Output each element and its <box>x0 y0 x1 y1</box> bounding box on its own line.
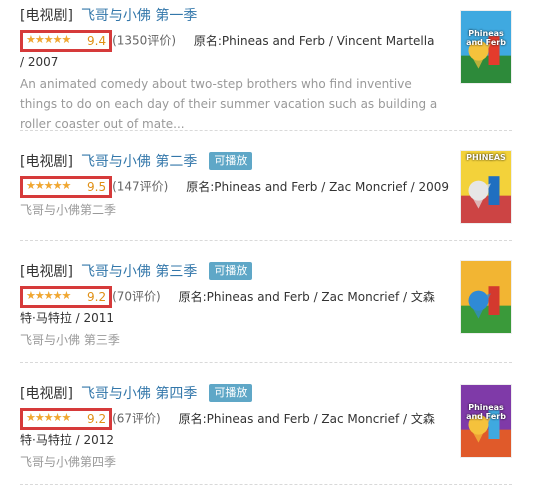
playable-badge[interactable]: 可播放 <box>209 262 253 280</box>
ratings-count: (147评价) <box>112 179 169 194</box>
divider <box>20 362 512 363</box>
poster-title-text: PHINEAS <box>466 153 506 162</box>
rating-line: ★★★★★ ★★★★★ 9.2 (70评价) 原名:Phineas and Fer… <box>20 286 445 328</box>
poster-image[interactable]: Phineas and Ferb <box>460 10 512 84</box>
result-description: An animated comedy about two-step brothe… <box>20 77 438 131</box>
result-title-row: [电视剧] 飞哥与小佛 第二季 可播放 <box>20 150 512 172</box>
rating-highlight-box: ★★★★★ ★★★★★ 9.2 <box>20 408 113 430</box>
category-label: [电视剧] <box>20 154 73 170</box>
result-description: 飞哥与小佛第四季 <box>20 455 117 469</box>
result-title-row: [电视剧] 飞哥与小佛 第三季 可播放 <box>20 260 512 282</box>
rating-score: 9.4 <box>87 34 107 48</box>
divider <box>20 240 512 241</box>
poster-image[interactable]: Phineas and Ferb <box>460 384 512 458</box>
playable-badge[interactable]: 可播放 <box>209 152 253 170</box>
rating-highlight-box: ★★★★★ ★★★★★ 9.4 <box>20 30 113 52</box>
rating-score: 9.2 <box>87 290 107 304</box>
rating-line: ★★★★★ ★★★★★ 9.4 (1350评价) 原名:Phineas and F… <box>20 30 440 72</box>
category-label: [电视剧] <box>20 8 73 24</box>
poster-image[interactable]: PHINEAS <box>460 150 512 224</box>
result-description: 飞哥与小佛 第三季 <box>20 333 120 347</box>
star-rating-icon: ★★★★★ ★★★★★ <box>26 33 71 46</box>
rating-score: 9.2 <box>87 412 107 426</box>
playable-badge[interactable]: 可播放 <box>209 384 253 402</box>
result-title-row: [电视剧] 飞哥与小佛 第四季 可播放 <box>20 382 512 404</box>
divider <box>20 130 512 131</box>
result-title-link[interactable]: 飞哥与小佛 第四季 <box>81 383 197 403</box>
result-description: 飞哥与小佛第二季 <box>20 203 117 217</box>
star-rating-icon: ★★★★★ ★★★★★ <box>26 179 71 192</box>
result-title-link[interactable]: 飞哥与小佛 第一季 <box>81 5 197 25</box>
star-rating-icon: ★★★★★ ★★★★★ <box>26 411 71 424</box>
category-label: [电视剧] <box>20 386 73 402</box>
rating-line: ★★★★★ ★★★★★ 9.2 (67评价) 原名:Phineas and Fer… <box>20 408 445 450</box>
original-info: 原名:Phineas and Ferb / Zac Moncrief / 200… <box>186 179 450 194</box>
divider <box>20 484 512 485</box>
poster-image[interactable] <box>460 260 512 334</box>
ratings-count: (67评价) <box>112 411 161 426</box>
rating-line: ★★★★★ ★★★★★ 9.5 (147评价) 原名:Phineas and Fe… <box>20 176 512 198</box>
category-label: [电视剧] <box>20 264 73 280</box>
result-item: [电视剧] 飞哥与小佛 第二季 可播放 ★★★★★ ★★★★★ 9.5 (147评… <box>20 150 512 224</box>
result-item: [电视剧] 飞哥与小佛 第四季 可播放 ★★★★★ ★★★★★ 9.2 (67评价… <box>20 382 512 472</box>
rating-highlight-box: ★★★★★ ★★★★★ 9.5 <box>20 176 113 198</box>
result-item: [电视剧] 飞哥与小佛 第一季 ★★★★★ ★★★★★ 9.4 (1350评价) … <box>20 4 512 134</box>
poster-title-text: Phineas and Ferb <box>466 403 506 421</box>
result-title-link[interactable]: 飞哥与小佛 第三季 <box>81 261 197 281</box>
rating-highlight-box: ★★★★★ ★★★★★ 9.2 <box>20 286 113 308</box>
ratings-count: (1350评价) <box>112 33 176 48</box>
poster-title-text: Phineas and Ferb <box>466 29 506 47</box>
result-title-row: [电视剧] 飞哥与小佛 第一季 <box>20 4 512 26</box>
rating-score: 9.5 <box>87 180 107 194</box>
ratings-count: (70评价) <box>112 289 161 304</box>
star-rating-icon: ★★★★★ ★★★★★ <box>26 289 71 302</box>
result-title-link[interactable]: 飞哥与小佛 第二季 <box>81 151 197 171</box>
result-item: [电视剧] 飞哥与小佛 第三季 可播放 ★★★★★ ★★★★★ 9.2 (70评价… <box>20 260 512 350</box>
